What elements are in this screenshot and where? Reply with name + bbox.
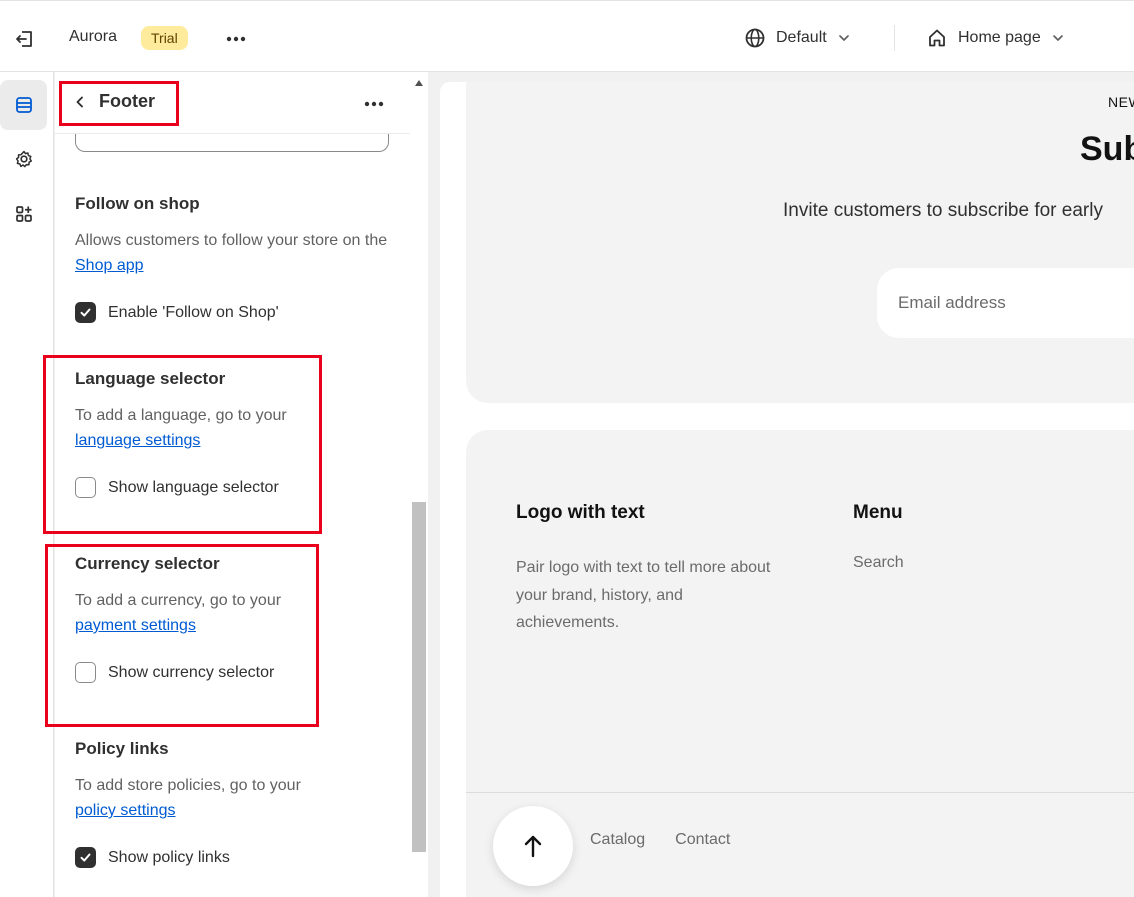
footer-menu-column: Menu Search	[853, 502, 1053, 572]
follow-on-shop-section: Follow on shop Allows customers to follo…	[75, 194, 395, 323]
column-heading: Menu	[853, 502, 903, 523]
gear-icon[interactable]	[0, 134, 47, 184]
column-text: Pair logo with text to tell more about y…	[516, 559, 771, 631]
checkbox-checked[interactable]	[75, 302, 96, 323]
globe-icon	[745, 28, 765, 48]
newsletter-kicker: NEW	[1108, 94, 1134, 110]
checkbox-label: Show policy links	[108, 848, 230, 866]
preview-canvas: NEW Sub Invite customers to subscribe fo…	[428, 72, 1134, 897]
footer-divider	[466, 792, 1134, 793]
scroll-to-top-button[interactable]	[493, 806, 573, 886]
highlight-box-language	[43, 355, 322, 534]
highlight-box-footer	[59, 81, 179, 126]
page-selector[interactable]: Home page	[926, 23, 1065, 53]
policy-settings-link[interactable]: policy settings	[75, 802, 176, 819]
apps-icon[interactable]	[0, 189, 47, 239]
newsletter-section[interactable]: NEW Sub Invite customers to subscribe fo…	[466, 82, 1134, 403]
more-actions-icon[interactable]	[360, 90, 388, 118]
policy-links-checkbox[interactable]: Show policy links	[75, 847, 395, 868]
highlight-box-currency	[45, 544, 319, 727]
panel-scrollbar[interactable]	[410, 72, 428, 897]
editor-top-bar: Aurora Trial Default Home page	[0, 0, 1134, 72]
checkbox-checked[interactable]	[75, 847, 96, 868]
page-label: Home page	[958, 29, 1041, 46]
topbar-divider	[894, 25, 895, 51]
text-field[interactable]	[75, 132, 389, 152]
email-input[interactable]: Email address	[877, 268, 1134, 338]
home-icon	[929, 29, 945, 47]
trial-badge: Trial	[141, 26, 188, 50]
section-heading: Follow on shop	[75, 194, 200, 213]
theme-selector[interactable]: Default	[744, 23, 851, 53]
newsletter-subtitle: Invite customers to subscribe for early	[783, 200, 1103, 221]
scrollbar-thumb[interactable]	[412, 502, 426, 852]
checkbox-label: Enable 'Follow on Shop'	[108, 303, 279, 321]
section-description: To add store policies, go to your policy …	[75, 777, 301, 819]
footer-link[interactable]: Catalog	[590, 831, 645, 849]
menu-link[interactable]: Search	[853, 554, 904, 571]
follow-on-shop-checkbox[interactable]: Enable 'Follow on Shop'	[75, 302, 395, 323]
footer-link[interactable]: Contact	[675, 831, 730, 849]
arrow-up-icon	[524, 835, 542, 858]
column-heading: Logo with text	[516, 502, 645, 523]
footer-bottom-links: Catalog Contact	[590, 831, 730, 849]
preview-frame: NEW Sub Invite customers to subscribe fo…	[440, 82, 1134, 897]
footer-logo-column: Logo with text Pair logo with text to te…	[516, 502, 776, 637]
scroll-up-arrow-icon[interactable]	[415, 80, 423, 86]
store-name: Aurora	[69, 28, 118, 45]
exit-icon[interactable]	[10, 25, 38, 53]
policy-links-section: Policy links To add store policies, go t…	[75, 739, 395, 868]
chevron-down-icon	[838, 35, 849, 41]
more-actions-icon[interactable]	[222, 25, 250, 53]
section-description: Allows customers to follow your store on…	[75, 232, 388, 274]
shop-app-link[interactable]: Shop app	[75, 257, 144, 274]
theme-label: Default	[776, 29, 827, 46]
newsletter-title: Sub	[1080, 130, 1134, 168]
chevron-down-icon	[1052, 35, 1063, 41]
section-heading: Policy links	[75, 739, 169, 758]
sections-icon[interactable]	[0, 80, 47, 130]
